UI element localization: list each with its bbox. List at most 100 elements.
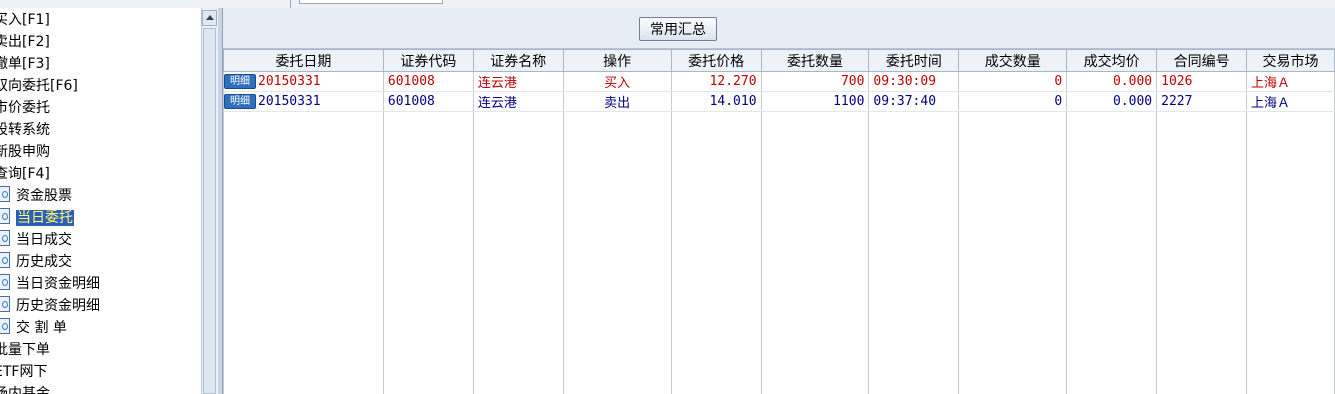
- nav-label: 撤单[F3]: [0, 56, 50, 72]
- detail-button[interactable]: 明细: [224, 94, 256, 109]
- cell-operation: 买入: [562, 71, 672, 92]
- cell-time: 09:30:09: [868, 71, 960, 92]
- empty-cell: [670, 111, 762, 394]
- nav-query[interactable]: 查询[F4]: [0, 163, 50, 185]
- col-header-order-time[interactable]: 委托时间: [868, 49, 960, 72]
- cell-price: 12.270: [670, 71, 762, 92]
- document-icon: [0, 274, 10, 290]
- cell-deal-quantity: 0: [958, 91, 1068, 112]
- col-header-order-price[interactable]: 委托价格: [670, 49, 762, 72]
- cell-contract: 2227: [1156, 91, 1248, 112]
- nav-label: 当日成交: [16, 232, 72, 248]
- top-strip: [0, 0, 1335, 8]
- nav-label: ETF网下: [0, 364, 48, 380]
- scroll-up-arrow-icon[interactable]: [202, 10, 217, 26]
- nav-two-way-order[interactable]: 双向委托[F6]: [0, 75, 78, 97]
- empty-cell: [1066, 111, 1158, 394]
- nav-label: 查询[F4]: [0, 166, 50, 182]
- detail-button[interactable]: 明细: [224, 74, 256, 89]
- nav-label: 资金股票: [16, 188, 72, 204]
- cell-quantity: 700: [760, 71, 870, 92]
- scrollbar-thumb[interactable]: [203, 28, 216, 394]
- orders-panel: 常用汇总 委托日期 证券代码 证券名称 操作 委托价格 委托数量 委托时间 成交…: [223, 8, 1335, 394]
- nav-today-deals[interactable]: 当日成交: [0, 229, 72, 251]
- document-icon: [0, 230, 10, 246]
- nav-label: 新股申购: [0, 144, 50, 160]
- empty-cell: [958, 111, 1068, 394]
- nav-label: 批量下单: [0, 342, 50, 358]
- nav-etf-offline[interactable]: ETF网下: [0, 361, 47, 383]
- top-input-edge[interactable]: [299, 0, 443, 4]
- nav-history-fund-detail[interactable]: 历史资金明细: [0, 295, 100, 317]
- nav-today-fund-detail[interactable]: 当日资金明细: [0, 273, 100, 295]
- nav-label: 交 割 单: [16, 320, 67, 336]
- document-icon: [0, 208, 10, 224]
- cell-code: 601008: [382, 91, 474, 112]
- nav-cancel-order[interactable]: 撤单[F3]: [0, 53, 50, 75]
- nav-label: 场内基金: [0, 386, 50, 394]
- empty-cell: [868, 111, 960, 394]
- col-header-order-date[interactable]: 委托日期: [223, 49, 384, 72]
- nav-history-deals[interactable]: 历史成交: [0, 251, 72, 273]
- nav-label: 历史成交: [16, 254, 72, 270]
- col-header-deal-quantity[interactable]: 成交数量: [958, 49, 1068, 72]
- nav-label-selected: 当日委托: [16, 210, 74, 226]
- empty-cell: [472, 111, 564, 394]
- nav-scrollbar[interactable]: [201, 8, 219, 394]
- top-separator: [290, 0, 291, 8]
- toolbar: 常用汇总: [223, 8, 1335, 49]
- nav-label: 双向委托[F6]: [0, 78, 78, 94]
- col-header-market[interactable]: 交易市场: [1246, 49, 1335, 72]
- cell-name: 连云港: [472, 91, 564, 112]
- empty-cell: [382, 111, 474, 394]
- cell-market: 上海Ａ: [1246, 71, 1335, 92]
- document-icon: [0, 252, 10, 268]
- cell-deal-quantity: 0: [958, 71, 1068, 92]
- nav-sell[interactable]: 卖出[F2]: [0, 31, 50, 53]
- table-row[interactable]: 明细 20150331 601008 连云港 卖出 14.010 1100 09:…: [223, 91, 1335, 112]
- cell-price: 14.010: [670, 91, 762, 112]
- cell-contract: 1026: [1156, 71, 1248, 92]
- empty-cell: [223, 111, 384, 394]
- cell-operation: 卖出: [562, 91, 672, 112]
- col-header-contract-number[interactable]: 合同编号: [1156, 49, 1248, 72]
- nav-label: 当日资金明细: [16, 276, 100, 292]
- col-header-order-quantity[interactable]: 委托数量: [760, 49, 870, 72]
- table-row[interactable]: 明细 20150331 601008 连云港 买入 12.270 700 09:3…: [223, 71, 1335, 92]
- table-header-row: 委托日期 证券代码 证券名称 操作 委托价格 委托数量 委托时间 成交数量 成交…: [223, 49, 1335, 72]
- cell-date: 明细 20150331: [223, 71, 384, 92]
- col-header-operation[interactable]: 操作: [562, 49, 672, 72]
- nav-batch-order[interactable]: 批量下单: [0, 339, 50, 361]
- empty-cell: [760, 111, 870, 394]
- nav-settlement-slip[interactable]: 交 割 单: [0, 317, 67, 339]
- nav-label: 买入[F1]: [0, 12, 50, 28]
- document-icon: [0, 296, 10, 312]
- nav-exchange-fund[interactable]: 场内基金: [0, 383, 50, 394]
- document-icon: [0, 186, 10, 202]
- cell-code: 601008: [382, 71, 474, 92]
- cell-market: 上海Ａ: [1246, 91, 1335, 112]
- col-header-security-code[interactable]: 证券代码: [382, 49, 474, 72]
- date-value: 20150331: [258, 94, 321, 109]
- nav-ipo-subscribe[interactable]: 新股申购: [0, 141, 50, 163]
- nav-label: 股转系统: [0, 122, 50, 138]
- col-header-average-price[interactable]: 成交均价: [1066, 49, 1158, 72]
- nav-market-order[interactable]: 市价委托: [0, 97, 50, 119]
- summary-button[interactable]: 常用汇总: [639, 17, 717, 41]
- cell-quantity: 1100: [760, 91, 870, 112]
- col-header-security-name[interactable]: 证券名称: [472, 49, 564, 72]
- empty-cell: [1246, 111, 1335, 394]
- cell-average-price: 0.000: [1066, 91, 1158, 112]
- document-icon: [0, 318, 10, 334]
- nav-share-transfer[interactable]: 股转系统: [0, 119, 50, 141]
- empty-cell: [562, 111, 672, 394]
- cell-time: 09:37:40: [868, 91, 960, 112]
- nav-funds-stocks[interactable]: 资金股票: [0, 185, 72, 207]
- nav-label: 市价委托: [0, 100, 50, 116]
- cell-name: 连云港: [472, 71, 564, 92]
- empty-rows-area: [223, 111, 1335, 394]
- nav-buy[interactable]: 买入[F1]: [0, 9, 50, 31]
- nav-today-orders[interactable]: 当日委托: [0, 207, 74, 229]
- nav-label: 卖出[F2]: [0, 34, 50, 50]
- cell-average-price: 0.000: [1066, 71, 1158, 92]
